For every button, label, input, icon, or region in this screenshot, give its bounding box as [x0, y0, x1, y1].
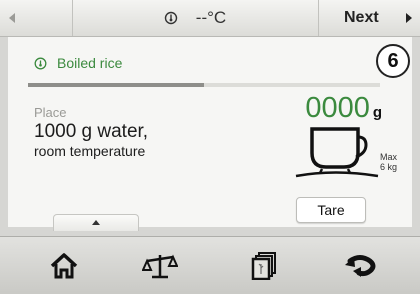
- scale-button[interactable]: [140, 251, 180, 281]
- step-number-badge: 6: [376, 44, 410, 78]
- chevron-up-icon: [92, 220, 100, 225]
- max-line2: 6 kg: [380, 162, 398, 172]
- bowl-on-scale-icon: [295, 127, 379, 178]
- expand-drawer-handle[interactable]: [53, 214, 139, 231]
- thermometer-icon: [164, 11, 177, 25]
- home-button[interactable]: [44, 251, 84, 281]
- progress-fill: [28, 83, 204, 87]
- back-icon: [345, 255, 376, 277]
- recipe-name: Boiled rice: [57, 55, 123, 71]
- step-progress-bar: [28, 83, 380, 87]
- main-panel: 6 Boiled rice Place 1000 g water, room t…: [8, 37, 412, 227]
- chevron-right-icon: [406, 13, 412, 23]
- device-screen: --°C Next 6 Boiled rice Place 1000 g wat…: [0, 0, 420, 294]
- instruction-label: Place: [34, 105, 67, 120]
- max-capacity-label: Max 6 kg: [380, 152, 397, 172]
- home-icon: [50, 253, 78, 279]
- scale-icon: [142, 254, 178, 279]
- recipes-button[interactable]: [244, 251, 284, 281]
- temperature-value: --°C: [195, 8, 227, 27]
- weight-value: 0000: [305, 92, 370, 124]
- weight-unit: g: [372, 104, 382, 121]
- recipe-icon: [34, 57, 47, 69]
- recipe-title: Boiled rice: [34, 55, 122, 71]
- chevron-left-icon: [9, 13, 15, 23]
- bottom-nav: [0, 236, 420, 294]
- previous-button[interactable]: [0, 0, 73, 36]
- tare-button[interactable]: Tare: [296, 197, 366, 223]
- instruction-line1: 1000 g water,: [34, 121, 149, 142]
- top-bar: --°C Next: [0, 0, 420, 37]
- max-line1: Max: [380, 152, 398, 162]
- recipes-icon: [251, 252, 276, 280]
- instruction-line2: room temperature: [34, 143, 146, 159]
- next-button[interactable]: Next: [318, 0, 420, 36]
- next-label: Next: [344, 9, 379, 26]
- weight-readout: 0000 g: [305, 93, 382, 123]
- temperature-display: --°C: [72, 0, 319, 36]
- back-button[interactable]: [340, 251, 380, 281]
